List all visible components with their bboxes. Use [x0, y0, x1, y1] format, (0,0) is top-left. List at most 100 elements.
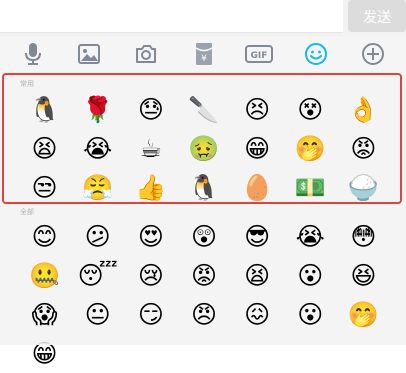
emoji-cell[interactable]: 😏 [124, 295, 177, 334]
emoji-icon[interactable] [298, 36, 334, 72]
emoji-icon: 🍚 [347, 172, 379, 202]
emoji-cell[interactable]: 😮 [284, 256, 337, 295]
emoji-cell[interactable]: 🐧 [18, 90, 71, 129]
emoji-icon: 😕 [84, 221, 111, 251]
emoji-icon: 😍 [137, 221, 164, 251]
emoji-icon: 🐧 [29, 94, 61, 124]
emoji-cell[interactable]: 😤 [71, 168, 124, 207]
emoji-icon: 🌹 [82, 94, 114, 124]
emoji-cell[interactable]: 😕 [71, 217, 124, 256]
emoji-icon: 😁 [244, 133, 271, 163]
emoji-icon: 🐧 [188, 172, 220, 202]
emoji-cell[interactable]: 👌 [337, 90, 390, 129]
emoji-icon: 🤐 [29, 260, 61, 290]
emoji-cell[interactable]: 🍚 [337, 168, 390, 207]
emoji-cell[interactable]: 😢 [124, 256, 177, 295]
emoji-cell[interactable]: 😎 [231, 217, 284, 256]
emoji-cell[interactable]: 😣 [231, 90, 284, 129]
recent-emoji-grid: 🐧 🌹 😓 🔪 😣 😵 👌 😫 😭 ☕ 🤢 😁 🤭 😡 😒 😤 👍 🐧 🥚 💵 🍚 [18, 90, 390, 207]
plus-icon[interactable] [355, 36, 391, 72]
all-section-label: 全部 [20, 208, 34, 216]
emoji-cell[interactable]: 😱 [18, 295, 71, 334]
emoji-cell[interactable]: 🥚 [231, 168, 284, 207]
emoji-icon: 😴 [77, 260, 118, 290]
emoji-icon: 😒 [31, 172, 58, 202]
emoji-icon: 💵 [294, 172, 326, 202]
emoji-cell[interactable]: 😡 [337, 129, 390, 168]
emoji-cell[interactable]: 😮 [284, 295, 337, 334]
emoji-cell[interactable]: 🐧 [177, 168, 230, 207]
red-packet-icon[interactable]: ¥ [186, 36, 222, 72]
input-toolbar: ¥ GIF [0, 36, 406, 72]
emoji-cell[interactable]: 🌹 [71, 90, 124, 129]
emoji-icon: 😱 [31, 299, 58, 329]
emoji-cell[interactable]: 😴 [71, 256, 124, 295]
red-packet-glyph: ¥ [201, 54, 207, 64]
emoji-cell[interactable]: 🤭 [337, 295, 390, 334]
emoji-cell[interactable]: 👍 [124, 168, 177, 207]
emoji-panel: 常用 🐧 🌹 😓 🔪 😣 😵 👌 😫 😭 ☕ 🤢 😁 🤭 😡 😒 😤 👍 🐧 🥚 💵 🍚 全部 😊 😕 😍 😲 😎 😭 😳 🤐 😴 😢 😡 😫… [0, 72, 406, 367]
emoji-icon: 😵 [297, 94, 324, 124]
emoji-icon: 😫 [244, 260, 271, 290]
emoji-icon: 😡 [350, 133, 377, 163]
image-icon[interactable] [71, 36, 107, 72]
emoji-icon: 😲 [190, 221, 218, 251]
emoji-cell[interactable]: 😊 [18, 217, 71, 256]
emoji-cell[interactable]: 😓 [124, 90, 177, 129]
emoji-icon: 🔪 [188, 94, 220, 124]
emoji-icon: 😮 [297, 299, 324, 329]
emoji-icon: 🤭 [294, 133, 326, 163]
emoji-cell[interactable]: 😍 [124, 217, 177, 256]
emoji-icon: 😊 [31, 221, 58, 251]
emoji-icon: 😁 [31, 338, 58, 368]
emoji-cell[interactable]: 😖 [231, 295, 284, 334]
emoji-icon: 😭 [83, 133, 113, 163]
emoji-cell[interactable]: 😒 [18, 168, 71, 207]
emoji-cell[interactable]: 😡 [177, 256, 230, 295]
emoji-icon: 😓 [137, 94, 164, 124]
emoji-cell[interactable]: 😳 [337, 217, 390, 256]
emoji-icon: 😎 [244, 221, 271, 251]
emoji-cell[interactable]: 😠 [177, 295, 230, 334]
emoji-cell[interactable]: 😁 [18, 334, 71, 373]
emoji-cell[interactable]: ☕ [124, 129, 177, 168]
emoji-icon: 😐 [84, 299, 111, 329]
emoji-icon: 😖 [244, 299, 271, 329]
emoji-icon: 😣 [244, 94, 271, 124]
emoji-icon: ☕ [139, 133, 163, 163]
camera-icon[interactable] [128, 36, 164, 72]
emoji-cell[interactable]: 😫 [18, 129, 71, 168]
emoji-cell[interactable]: 💵 [284, 168, 337, 207]
emoji-icon: 🤭 [347, 299, 379, 329]
emoji-icon: 😭 [295, 221, 325, 251]
gif-icon[interactable]: GIF [241, 36, 277, 72]
microphone-icon[interactable] [15, 36, 51, 72]
emoji-icon: 😫 [31, 133, 58, 163]
emoji-icon: 👌 [347, 94, 379, 124]
emoji-icon: 😆 [350, 260, 377, 290]
emoji-cell[interactable]: 🤐 [18, 256, 71, 295]
emoji-cell[interactable]: 😁 [231, 129, 284, 168]
emoji-cell[interactable]: 😲 [177, 217, 230, 256]
emoji-cell[interactable]: 😫 [231, 256, 284, 295]
emoji-cell[interactable]: 🔪 [177, 90, 230, 129]
gif-label: GIF [251, 51, 268, 61]
composer-bar: 发送 [0, 0, 406, 36]
recent-section-label: 常用 [20, 80, 34, 88]
emoji-icon: 🤢 [188, 133, 220, 163]
emoji-icon: 🥚 [241, 172, 273, 202]
emoji-cell[interactable]: 🤢 [177, 129, 230, 168]
emoji-cell[interactable]: 😆 [337, 256, 390, 295]
emoji-icon: 👍 [135, 172, 167, 202]
emoji-cell[interactable]: 😭 [71, 129, 124, 168]
message-input[interactable] [0, 0, 343, 33]
emoji-cell[interactable]: 😭 [284, 217, 337, 256]
emoji-icon: 😠 [190, 299, 218, 329]
emoji-cell[interactable]: 😵 [284, 90, 337, 129]
emoji-icon: 😤 [82, 172, 114, 202]
emoji-icon: 😡 [190, 260, 218, 290]
send-button[interactable]: 发送 [348, 0, 406, 32]
emoji-cell[interactable]: 🤭 [284, 129, 337, 168]
emoji-cell[interactable]: 😐 [71, 295, 124, 334]
all-emoji-grid: 😊 😕 😍 😲 😎 😭 😳 🤐 😴 😢 😡 😫 😮 😆 😱 😐 😏 😠 😖 😮 🤭 😁 [18, 217, 390, 373]
